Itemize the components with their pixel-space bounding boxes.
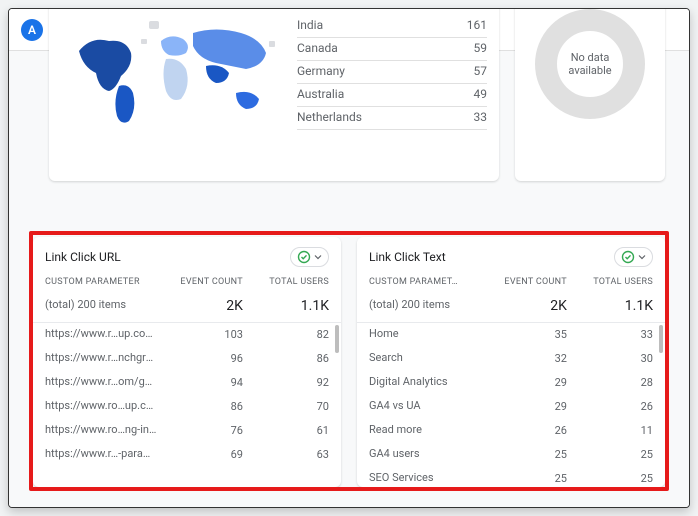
list-item[interactable]: Australia49	[297, 84, 487, 107]
table-row[interactable]: GA4 vs UA2926	[357, 395, 665, 419]
table-row[interactable]: https://www.r…up.com/blog/10382	[33, 323, 341, 347]
card-options-button[interactable]	[290, 247, 329, 267]
geo-map-card: India161 Canada59 Germany57 Australia49 …	[49, 9, 499, 181]
link-click-text-card: Link Click Text CUSTOM PARAMET… EVENT CO…	[357, 237, 665, 487]
list-item[interactable]: Canada59	[297, 38, 487, 61]
table-row[interactable]: GA4 users2525	[357, 443, 665, 467]
world-map	[55, 11, 297, 171]
table-row[interactable]: Read more2611	[357, 419, 665, 443]
list-item[interactable]: Netherlands33	[297, 107, 487, 130]
table-row[interactable]: https://www.ro…ng-in-google-7661	[33, 419, 341, 443]
list-item[interactable]: India161	[297, 15, 487, 38]
check-circle-icon	[621, 250, 635, 264]
account-badge[interactable]: A	[21, 19, 43, 41]
link-click-url-card: Link Click URL CUSTOM PARAMETER EVENT CO…	[33, 237, 341, 487]
totals-row: (total) 200 items 2K 1.1K	[357, 293, 665, 323]
no-data-label: No data available	[535, 9, 645, 119]
data-rows: https://www.r…up.com/blog/10382 https://…	[33, 323, 341, 467]
table-row[interactable]: Home3533	[357, 323, 665, 347]
scrollbar[interactable]	[335, 325, 339, 353]
table-row[interactable]: https://www.r…nchgroup.com/9686	[33, 347, 341, 371]
check-circle-icon	[297, 250, 311, 264]
scrollbar[interactable]	[659, 325, 663, 353]
table-row[interactable]: https://www.r…om/ga4-setup/9492	[33, 371, 341, 395]
country-list: India161 Canada59 Germany57 Australia49 …	[297, 11, 487, 171]
card-title: Link Click URL	[45, 250, 121, 264]
table-row[interactable]: Search3230	[357, 347, 665, 371]
donut-card: No data available	[515, 9, 665, 181]
list-item[interactable]: Germany57	[297, 61, 487, 84]
table-row[interactable]: https://www.ro…up.com/about/8670	[33, 395, 341, 419]
chevron-down-icon	[314, 253, 322, 261]
totals-row: (total) 200 items 2K 1.1K	[33, 293, 341, 323]
column-headers: CUSTOM PARAMETER EVENT COUNT TOTAL USERS	[33, 275, 341, 293]
column-headers: CUSTOM PARAMET… EVENT COUNT TOTAL USERS	[357, 275, 665, 293]
table-row[interactable]: https://www.r…-parameters/6963	[33, 443, 341, 467]
card-options-button[interactable]	[614, 247, 653, 267]
card-title: Link Click Text	[369, 250, 446, 264]
table-row[interactable]: SEO Services2525	[357, 467, 665, 487]
data-rows: Home3533 Search3230 Digital Analytics292…	[357, 323, 665, 487]
chevron-down-icon	[638, 253, 646, 261]
table-row[interactable]: Digital Analytics2928	[357, 371, 665, 395]
